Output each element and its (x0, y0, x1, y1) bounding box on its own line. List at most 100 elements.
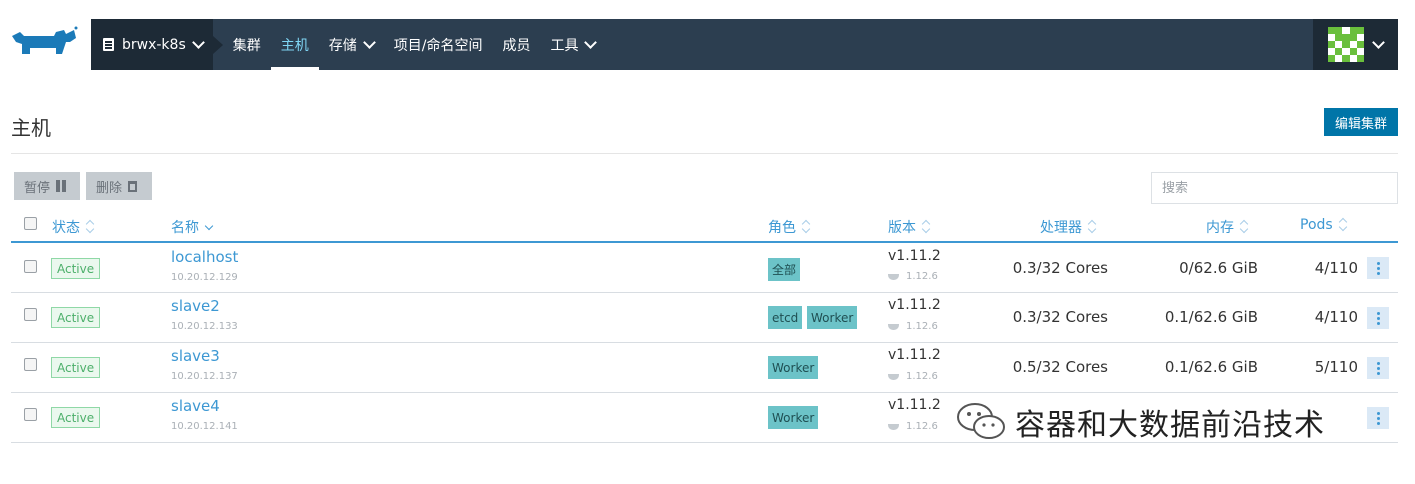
docker-version-label: 1.12.6 (906, 421, 938, 432)
sort-icon (86, 220, 94, 234)
chevron-down-icon (362, 35, 376, 49)
pause-button-label: 暂停 (24, 180, 51, 196)
col-header-memory[interactable]: 内存 (1206, 217, 1248, 237)
pause-button[interactable]: 暂停 (14, 172, 80, 200)
docker-version: 1.12.6 (888, 421, 938, 432)
k8s-version: v1.11.2 (888, 297, 941, 313)
nav-item-projects[interactable]: 项目/命名空间 (384, 19, 493, 70)
nav-item-hosts[interactable]: 主机 (270, 19, 319, 70)
nav-item-storage[interactable]: 存储 (319, 19, 384, 70)
k8s-version: v1.11.2 (888, 347, 941, 363)
edit-cluster-button[interactable]: 编辑集群 (1324, 108, 1398, 136)
delete-button[interactable]: 删除 (86, 172, 152, 200)
cpu-usage: 0.3/32 Cores (1012, 259, 1108, 277)
col-header-label: 处理器 (1040, 220, 1082, 236)
host-name-link[interactable]: slave2 (171, 297, 220, 315)
row-actions-button[interactable] (1367, 307, 1389, 329)
avatar (1328, 26, 1364, 63)
docker-version: 1.12.6 (888, 321, 938, 332)
status-badge: Active (51, 258, 101, 279)
k8s-version: v1.11.2 (888, 397, 941, 413)
row-actions-button[interactable] (1367, 357, 1389, 379)
chevron-down-icon (1372, 35, 1385, 49)
col-header-pods[interactable]: Pods (1300, 217, 1347, 233)
host-name-link[interactable]: slave4 (171, 397, 220, 415)
sort-icon (922, 220, 930, 234)
docker-icon (888, 373, 899, 380)
col-header-name[interactable]: 名称 (171, 217, 213, 237)
memory-usage: 0.1/62.6 GiB (1164, 358, 1258, 376)
host-ip: 10.20.12.141 (171, 421, 238, 432)
divider (11, 153, 1398, 154)
memory-usage: 0/62.6 GiB (1179, 259, 1258, 277)
select-all-checkbox[interactable] (24, 217, 37, 230)
rancher-logo (12, 26, 78, 54)
docker-icon (888, 323, 899, 330)
table-row: Active slave3 10.20.12.137 Worker v1.11.… (0, 343, 1415, 393)
row-actions-button[interactable] (1367, 257, 1389, 279)
cluster-icon (103, 38, 114, 51)
host-ip: 10.20.12.133 (171, 321, 238, 332)
chevron-down-icon (191, 35, 205, 49)
nav-item-label: 主机 (280, 37, 309, 54)
pause-icon (56, 180, 67, 192)
wechat-icon (957, 403, 1005, 439)
table-row: Active slave2 10.20.12.133 etcd Worker v… (0, 293, 1415, 343)
sort-icon (1240, 220, 1248, 234)
status-badge: Active (51, 307, 101, 328)
nav-item-label: 存储 (328, 37, 357, 54)
cpu-usage: 0.5/32 Cores (1012, 358, 1108, 376)
nav-item-label: 工具 (550, 37, 579, 54)
delete-button-label: 删除 (96, 180, 123, 196)
watermark: 容器和大数据前沿技术 (955, 400, 1325, 444)
sort-icon (1339, 218, 1347, 232)
col-header-label: 状态 (52, 220, 80, 236)
row-checkbox[interactable] (24, 308, 37, 321)
docker-version-label: 1.12.6 (906, 271, 938, 282)
page-title: 主机 (11, 116, 51, 140)
host-ip: 10.20.12.137 (171, 371, 238, 382)
cluster-switcher[interactable]: brwx-k8s (91, 19, 223, 70)
row-checkbox[interactable] (24, 358, 37, 371)
row-actions-button[interactable] (1367, 407, 1389, 429)
nav-item-label: 成员 (502, 37, 531, 54)
table-row: Active localhost 10.20.12.129 全部 v1.11.2… (0, 243, 1415, 293)
col-header-cpu[interactable]: 处理器 (1040, 217, 1096, 237)
trash-icon (128, 180, 138, 192)
col-header-label: 版本 (888, 220, 916, 236)
row-checkbox[interactable] (24, 408, 37, 421)
memory-usage: 0.1/62.6 GiB (1164, 308, 1258, 326)
docker-version-label: 1.12.6 (906, 321, 938, 332)
col-header-version[interactable]: 版本 (888, 217, 930, 237)
col-header-roles[interactable]: 角色 (768, 217, 810, 237)
chevron-down-icon (584, 35, 598, 49)
nav-item-members[interactable]: 成员 (492, 19, 540, 70)
nav-item-cluster[interactable]: 集群 (223, 19, 271, 70)
user-menu[interactable] (1313, 19, 1398, 70)
nav-item-label: 项目/命名空间 (393, 37, 483, 54)
status-badge: Active (51, 357, 101, 378)
role-badge: etcd (768, 306, 803, 329)
role-badge: Worker (807, 306, 858, 329)
docker-icon (888, 273, 899, 280)
host-ip: 10.20.12.129 (171, 272, 238, 283)
row-checkbox[interactable] (24, 260, 37, 273)
sort-desc-icon (205, 220, 213, 234)
col-header-label: 内存 (1206, 220, 1234, 236)
top-navbar: brwx-k8s 集群 主机 存储 项目/命名空间 成员 工具 (91, 19, 1398, 70)
col-header-label: 角色 (768, 220, 796, 236)
pods-usage: 4/110 (1314, 308, 1358, 326)
docker-version: 1.12.6 (888, 271, 938, 282)
sort-icon (802, 220, 810, 234)
k8s-version: v1.11.2 (888, 248, 941, 264)
nav-item-label: 集群 (232, 37, 261, 54)
col-header-state[interactable]: 状态 (52, 217, 94, 237)
host-name-link[interactable]: slave3 (171, 347, 220, 365)
col-header-label: 名称 (171, 220, 199, 236)
docker-version-label: 1.12.6 (906, 371, 938, 382)
docker-icon (888, 423, 899, 430)
search-input[interactable] (1151, 172, 1398, 204)
cpu-usage: 0.3/32 Cores (1012, 308, 1108, 326)
nav-item-tools[interactable]: 工具 (540, 19, 605, 70)
host-name-link[interactable]: localhost (171, 248, 238, 266)
